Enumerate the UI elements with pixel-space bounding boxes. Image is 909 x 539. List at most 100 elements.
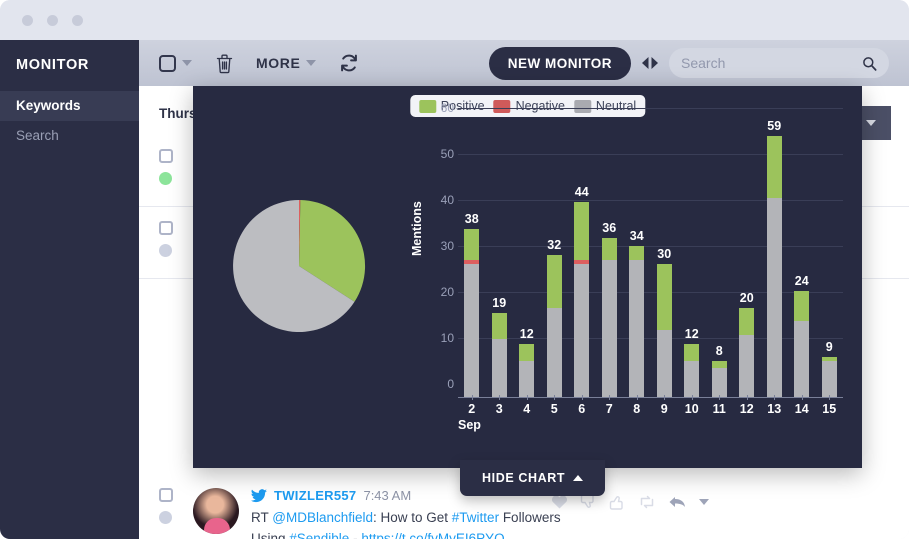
sidebar: MONITOR Keywords Search — [0, 40, 139, 539]
tweet-checkbox[interactable] — [159, 488, 173, 502]
heart-icon[interactable] — [551, 494, 568, 510]
tweet-mention[interactable]: @MDBlanchfield — [272, 510, 373, 525]
status-dot — [159, 511, 172, 524]
x-tick: 4 — [513, 395, 541, 418]
x-tick: 6 — [568, 395, 596, 418]
bar-group[interactable]: 38 — [458, 119, 486, 397]
x-tick-label: 15 — [822, 402, 837, 416]
more-menu[interactable]: MORE — [256, 55, 317, 71]
search-box[interactable] — [669, 48, 889, 78]
x-tick: 5 — [541, 395, 569, 418]
window-titlebar — [0, 0, 909, 40]
bar-stack — [656, 264, 672, 397]
bar-group[interactable]: 19 — [486, 119, 514, 397]
row-marks — [159, 149, 193, 206]
window-controls — [22, 15, 83, 26]
bar-segment-positive — [629, 246, 645, 260]
bar-segment-positive — [739, 308, 755, 335]
minimize-button[interactable] — [47, 15, 58, 26]
x-tick: 7 — [596, 395, 624, 418]
bar-value-label: 9 — [825, 339, 833, 354]
tweet-text-mid: : How to Get — [373, 510, 452, 525]
bar-segment-neutral — [574, 264, 590, 397]
bar-stack — [601, 237, 617, 397]
tweet-body: RT @MDBlanchfield: How to Get #Twitter F… — [251, 507, 909, 528]
tweet-body-line2: Using #Sendible - https://t.co/fyMyEI6PY… — [251, 528, 909, 539]
bar-group[interactable]: 59 — [761, 119, 789, 397]
new-monitor-label: NEW MONITOR — [507, 55, 612, 71]
checkbox-icon[interactable] — [159, 54, 176, 72]
maximize-button[interactable] — [72, 15, 83, 26]
tweet-text-pre2: Using — [251, 531, 290, 539]
close-button[interactable] — [22, 15, 33, 26]
left-right-arrows-icon[interactable] — [639, 56, 661, 70]
x-tick-label: 9 — [660, 402, 668, 416]
chevron-down-icon[interactable] — [306, 60, 317, 66]
sidebar-title: MONITOR — [16, 57, 90, 73]
pie-svg — [233, 199, 366, 332]
thumbs-up-icon[interactable] — [609, 494, 626, 510]
bar-group[interactable]: 9 — [816, 119, 844, 397]
bar-group[interactable]: 8 — [706, 119, 734, 397]
sidebar-item-search[interactable]: Search — [0, 121, 139, 151]
x-tick: 10 — [678, 395, 706, 418]
bar-segment-positive — [546, 255, 562, 309]
sidebar-item-label: Search — [16, 128, 59, 143]
x-tick-label: 8 — [633, 402, 641, 416]
bar-group[interactable]: 12 — [678, 119, 706, 397]
new-monitor-button[interactable]: NEW MONITOR — [488, 46, 631, 80]
x-axis-line — [458, 396, 843, 398]
bar-value-label: 30 — [657, 247, 672, 262]
chevron-down-icon — [866, 120, 876, 126]
bar-group[interactable]: 44 — [568, 119, 596, 397]
app-window: MONITOR Keywords Search Thursday TWIZLER… — [0, 0, 909, 539]
trash-icon — [216, 54, 233, 73]
chevron-down-icon[interactable] — [182, 60, 192, 66]
y-tick-label: 0 — [447, 377, 454, 391]
sidebar-item-keywords[interactable]: Keywords — [0, 91, 139, 121]
delete-button[interactable] — [215, 53, 234, 74]
bar-segment-positive — [684, 343, 700, 362]
bar-group[interactable]: 20 — [733, 119, 761, 397]
search-icon[interactable] — [862, 54, 877, 73]
bar-segment-neutral — [601, 259, 617, 397]
bar-stack — [794, 290, 810, 397]
bar-segment-positive — [656, 264, 672, 331]
refresh-button[interactable] — [338, 52, 360, 74]
sidebar-item-label: Keywords — [16, 98, 81, 113]
bar-segment-neutral — [684, 361, 700, 397]
bar-segment-neutral — [821, 361, 837, 397]
reply-icon[interactable] — [668, 494, 687, 510]
plot-area: 38 19 12 32 44 36 34 30 12 8 20 59 24 9 — [458, 108, 843, 398]
select-all-control[interactable] — [159, 54, 192, 72]
bar-group[interactable]: 32 — [541, 119, 569, 397]
row-checkbox[interactable] — [159, 221, 173, 235]
bar-stack — [684, 343, 700, 397]
y-tick-label: 60 — [440, 101, 454, 115]
bar-group[interactable]: 34 — [623, 119, 651, 397]
bar-group[interactable]: 12 — [513, 119, 541, 397]
bar-value-label: 19 — [492, 295, 507, 310]
y-tick-label: 10 — [440, 331, 454, 345]
retweet-icon[interactable] — [638, 494, 656, 510]
bar-group[interactable]: 30 — [651, 119, 679, 397]
x-tick: 15 — [816, 395, 844, 418]
tweet-marks — [159, 488, 189, 539]
row-checkbox[interactable] — [159, 149, 173, 163]
thumbs-down-icon[interactable] — [580, 494, 597, 510]
x-tick: 11 — [706, 395, 734, 418]
tweet-handle[interactable]: TWIZLER557 — [274, 488, 356, 503]
bar-value-label: 32 — [547, 238, 562, 253]
bar-value-label: 59 — [767, 119, 782, 134]
chevron-down-icon[interactable] — [699, 499, 709, 505]
bar-group[interactable]: 36 — [596, 119, 624, 397]
bar-value-label: 24 — [794, 273, 809, 288]
bar-value-label: 12 — [684, 326, 699, 341]
tweet-timestamp: 7:43 AM — [363, 488, 412, 503]
search-input[interactable] — [681, 55, 862, 71]
bar-group[interactable]: 24 — [788, 119, 816, 397]
tweet-hashtag-2[interactable]: #Sendible — [289, 531, 349, 539]
tweet-hashtag[interactable]: #Twitter — [452, 510, 499, 525]
hide-chart-button[interactable]: HIDE CHART — [460, 460, 606, 496]
tweet-link[interactable]: https://t.co/fyMyEI6PYO — [361, 531, 504, 539]
